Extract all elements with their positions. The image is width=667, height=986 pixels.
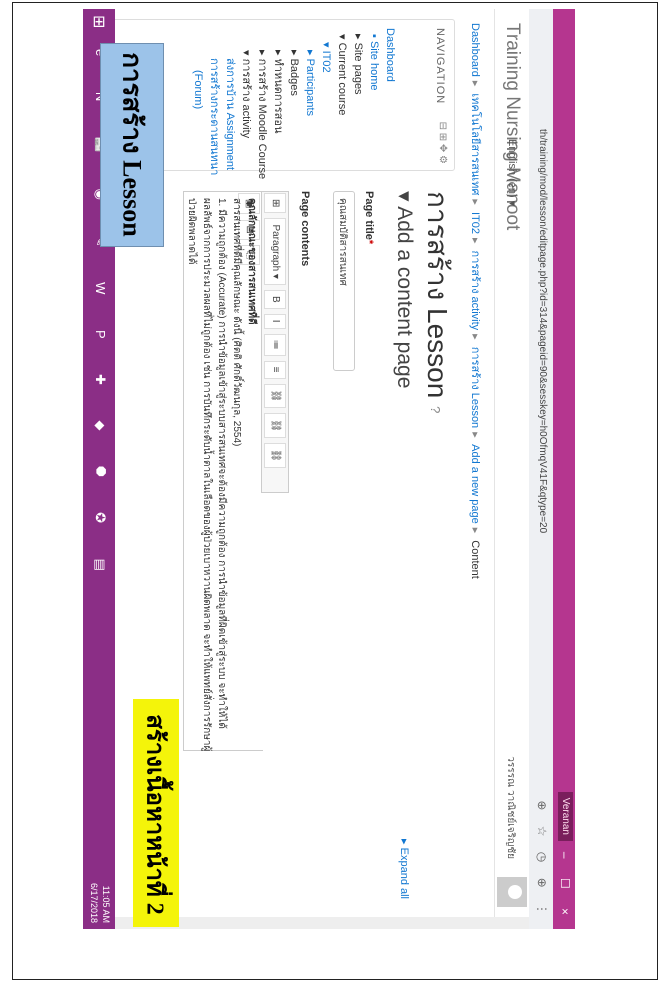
breadcrumb-lesson[interactable]: การสร้าง Lesson xyxy=(469,347,481,428)
language-menu[interactable]: English (en) ▾ xyxy=(506,139,519,206)
breadcrumb-course[interactable]: IT02 xyxy=(469,212,481,234)
nav-item-forum-suffix[interactable]: (Forum) xyxy=(190,28,206,166)
page-frame: Veranan – ☐ × th/training/mod/lesson/edi… xyxy=(12,2,658,980)
step-caption-overlay: สร้างเนื้อหาหน้าที่ 2 xyxy=(133,699,179,927)
breadcrumb-separator: ▸ xyxy=(469,527,481,534)
editor-line-heading: คุณลักษณะของสารสนเทศที่ดี xyxy=(246,198,257,325)
page-title: การสร้าง Lesson ? xyxy=(415,191,459,413)
site-header: Training Nursing Manoot English (en) ▾ ว… xyxy=(494,9,529,929)
toolbar-toggle-icon[interactable]: ⊞ xyxy=(264,193,286,214)
nav-item-activity[interactable]: ▾ การสร้าง activity xyxy=(238,28,254,166)
nav-item-participants[interactable]: ▸ Participants xyxy=(302,28,318,166)
nav-item-it02[interactable]: ▾ IT02 xyxy=(318,28,334,166)
breadcrumb-separator: ▸ xyxy=(469,334,481,340)
page-title-text: การสร้าง Lesson xyxy=(422,191,453,399)
user-name[interactable]: วรรรณ วาณิชย์เจริญชัย xyxy=(503,756,518,859)
navigation-heading: NAVIGATION xyxy=(434,28,446,105)
unlink-button[interactable]: ⛓ xyxy=(264,413,286,439)
navigation-list: Dashboard ▪ Site home ▸ Site pages ▾ Cur… xyxy=(190,28,398,179)
nav-item-dashboard[interactable]: Dashboard xyxy=(382,28,398,166)
browser-title-bar: Veranan – ☐ × xyxy=(553,9,575,929)
lesson-title-overlay-text: การสร้าง Lesson xyxy=(117,52,147,237)
breadcrumb-add-page[interactable]: Add a new page xyxy=(469,444,481,524)
lesson-title-overlay: การสร้าง Lesson xyxy=(100,43,164,247)
browser-tab-title[interactable]: Veranan xyxy=(558,791,573,841)
bold-button[interactable]: B xyxy=(264,290,286,309)
editor-toolbar: ⊞ Paragraph ▾ B I ≔ ≡ ⛓ ⛓ ⛓ ▣ ⊡ ⎘ xyxy=(238,191,289,493)
bullet-list-button[interactable]: ≔ xyxy=(264,333,286,356)
editor-line: 1. มีความถูกต้อง (Accurate) การนำข้อมูลเ… xyxy=(216,198,227,729)
nav-item-forum[interactable]: การสร้างกระดานสนทนา xyxy=(206,28,222,175)
address-bar: th/training/mod/lesson/editpage.php?id=3… xyxy=(528,9,553,929)
section-heading[interactable]: ▾ Add a content page xyxy=(392,191,417,388)
start-button[interactable]: ⊞ xyxy=(89,15,109,28)
link-button[interactable]: ⛓ xyxy=(264,383,286,409)
editor-line: ผลลัพธ์จากการประมวลผลที่ไม่ถูกต้อง เช่น … xyxy=(201,198,212,752)
nav-item-assignment[interactable]: ส่งการบ้าน Assignment xyxy=(222,28,238,170)
help-icon[interactable]: ? xyxy=(428,406,443,413)
breadcrumb-section[interactable]: การสร้าง activity xyxy=(469,251,481,331)
editor-line: สารสนเทศที่ดีมีคุณลักษณะ ดังนี้ (ศิตติ ศ… xyxy=(231,198,242,447)
breadcrumb-category[interactable]: เทคโนโลยีสารสนเทศ xyxy=(469,93,481,195)
window-controls[interactable]: – ☐ × xyxy=(558,852,572,923)
page-contents-label: Page contents xyxy=(299,191,311,267)
breadcrumb-separator: ▸ xyxy=(469,199,481,205)
avatar[interactable] xyxy=(497,877,527,907)
page-title-label: Page title* xyxy=(363,191,375,244)
breadcrumb-dashboard[interactable]: Dashboard xyxy=(469,23,481,77)
link-disabled-button[interactable]: ⛓ xyxy=(264,443,286,468)
editor-line: ป่วยผิดพลาดได้ xyxy=(186,198,197,265)
nav-item-current-course[interactable]: ▾ Current course xyxy=(334,28,350,166)
step-caption-text: สร้างเนื้อหาหน้าที่ 2 xyxy=(141,714,168,915)
system-clock: 11:05 AM 6/17/2018 xyxy=(89,882,111,923)
url-field[interactable]: th/training/mod/lesson/editpage.php?id=3… xyxy=(537,129,548,533)
breadcrumb-separator: ▸ xyxy=(469,237,481,244)
breadcrumb-separator: ▸ xyxy=(469,432,481,438)
numbered-list-button[interactable]: ≡ xyxy=(264,360,286,379)
block-controls[interactable]: ⊟ ⊞ ✥ ⚙ xyxy=(437,122,448,164)
expand-all-link[interactable]: ▸ Expand all xyxy=(398,839,411,899)
required-marker: * xyxy=(363,239,375,245)
breadcrumb-separator: ▸ xyxy=(469,80,481,87)
breadcrumb: Dashboard ▸ เทคโนโลยีสารสนเทศ ▸ IT02 ▸ การส… xyxy=(467,23,485,579)
paragraph-format-select[interactable]: Paragraph ▾ xyxy=(264,218,286,285)
nav-item-moodle-course[interactable]: ▸ การสร้าง Moodle Course xyxy=(254,28,270,179)
browser-toolbar-icons[interactable]: ⊕ ☆ ◷ ⊕ ⋮ xyxy=(535,800,549,921)
nav-item-schedule[interactable]: ▸ ทำหนดการสอน xyxy=(270,28,286,166)
page-title-label-text: Page title xyxy=(363,191,375,240)
page-title-input[interactable]: คุณสมบัติสารสนเทศ xyxy=(333,191,355,371)
italic-button[interactable]: I xyxy=(264,313,286,329)
nav-item-site-pages[interactable]: ▸ Site pages xyxy=(350,28,366,166)
nav-item-site-home[interactable]: ▪ Site home xyxy=(366,28,382,166)
breadcrumb-current: Content xyxy=(469,540,481,579)
content-editor[interactable]: คุณลักษณะของสารสนเทศที่ดี สารสนเทศที่ดีม… xyxy=(183,191,263,751)
nav-item-badges[interactable]: ▸ Badges xyxy=(286,28,302,166)
